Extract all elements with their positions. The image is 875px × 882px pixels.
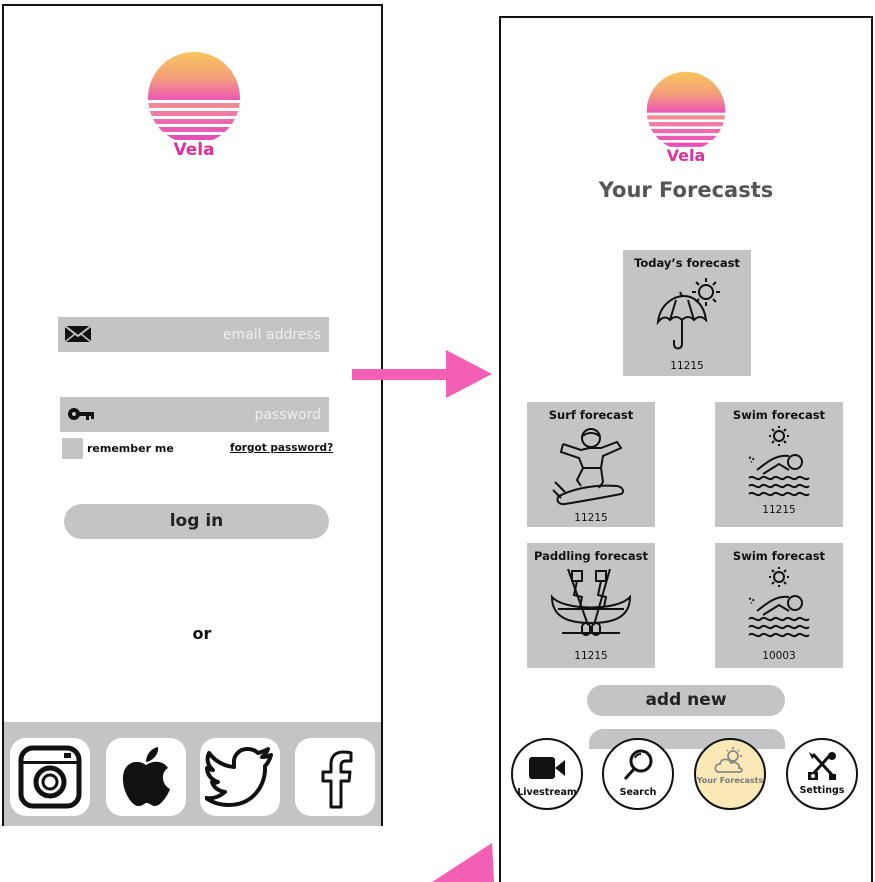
canoe-icon: [527, 567, 655, 641]
nav-label: Search: [619, 787, 657, 798]
nav-settings-button[interactable]: Settings: [786, 738, 858, 810]
flow-arrow-up-icon: [432, 843, 494, 882]
swimmer-icon: [715, 567, 843, 639]
card-title: Swim forecast: [732, 408, 826, 422]
remember-me-checkbox[interactable]: [62, 438, 83, 459]
forecast-card-paddling[interactable]: Paddling forecast 11215: [527, 543, 655, 668]
login-screen: Vela remember me forgot password? log in…: [2, 4, 383, 826]
forecast-card-surf[interactable]: Surf forecast 11215: [527, 402, 655, 527]
email-field-wrapper: [58, 317, 329, 352]
card-zip: 11215: [574, 512, 608, 524]
magnifier-icon: [604, 748, 672, 782]
forecasts-screen: Vela Your Forecasts Today’s forecast 112…: [499, 16, 873, 882]
twitter-icon: [205, 747, 273, 807]
nav-your-forecasts-button[interactable]: Your Forecasts: [694, 738, 766, 810]
apple-icon: [122, 747, 170, 807]
brand-name: Vela: [173, 140, 215, 160]
add-new-forecast-button[interactable]: add new: [587, 685, 785, 716]
sunset-logo-icon: [148, 52, 240, 140]
facebook-login-button[interactable]: [295, 738, 375, 816]
forecast-card-swim[interactable]: Swim forecast 11215: [715, 402, 843, 527]
card-zip: 10003: [762, 650, 796, 662]
email-input[interactable]: [58, 317, 329, 352]
facebook-icon: [321, 750, 353, 809]
forecast-card-swim[interactable]: Swim forecast 10003: [715, 543, 843, 668]
card-title: Today’s forecast: [634, 256, 740, 270]
umbrella-sun-icon: [623, 272, 751, 354]
surfer-icon: [527, 426, 655, 508]
instagram-icon: [18, 745, 82, 809]
nav-label: Your Forecasts: [696, 776, 764, 785]
video-camera-icon: [513, 754, 581, 782]
flow-arrow-right-icon: [352, 350, 492, 398]
cloud-sun-icon: [696, 746, 764, 776]
apple-login-button[interactable]: [106, 738, 186, 816]
card-zip: 11215: [574, 650, 608, 662]
password-field-wrapper: [60, 397, 329, 432]
tools-icon: [788, 750, 856, 782]
forgot-password-link[interactable]: forgot password?: [230, 442, 333, 454]
sunset-logo-icon: [646, 71, 726, 147]
card-zip: 11215: [670, 360, 704, 372]
card-title: Paddling forecast: [534, 549, 648, 563]
remember-me-label: remember me: [87, 442, 174, 455]
nav-label: Livestream: [517, 787, 577, 798]
nav-livestream-button[interactable]: Livestream: [511, 738, 583, 810]
card-title: Surf forecast: [548, 408, 634, 422]
brand-name: Vela: [666, 146, 706, 165]
social-login-bar: [4, 722, 381, 826]
password-input[interactable]: [60, 397, 329, 432]
nav-search-button[interactable]: Search: [602, 738, 674, 810]
swimmer-icon: [715, 426, 843, 498]
log-in-button[interactable]: log in: [64, 504, 329, 539]
instagram-login-button[interactable]: [10, 738, 90, 816]
twitter-login-button[interactable]: [200, 738, 280, 816]
nav-label: Settings: [799, 785, 845, 796]
forecast-card-today[interactable]: Today’s forecast 11215: [623, 250, 751, 376]
page-title: Your Forecasts: [598, 178, 774, 202]
card-title: Swim forecast: [732, 549, 826, 563]
vela-logo: Vela: [146, 50, 242, 166]
vela-logo: Vela: [645, 70, 727, 170]
or-divider-text: or: [192, 624, 212, 643]
card-zip: 11215: [762, 504, 796, 516]
